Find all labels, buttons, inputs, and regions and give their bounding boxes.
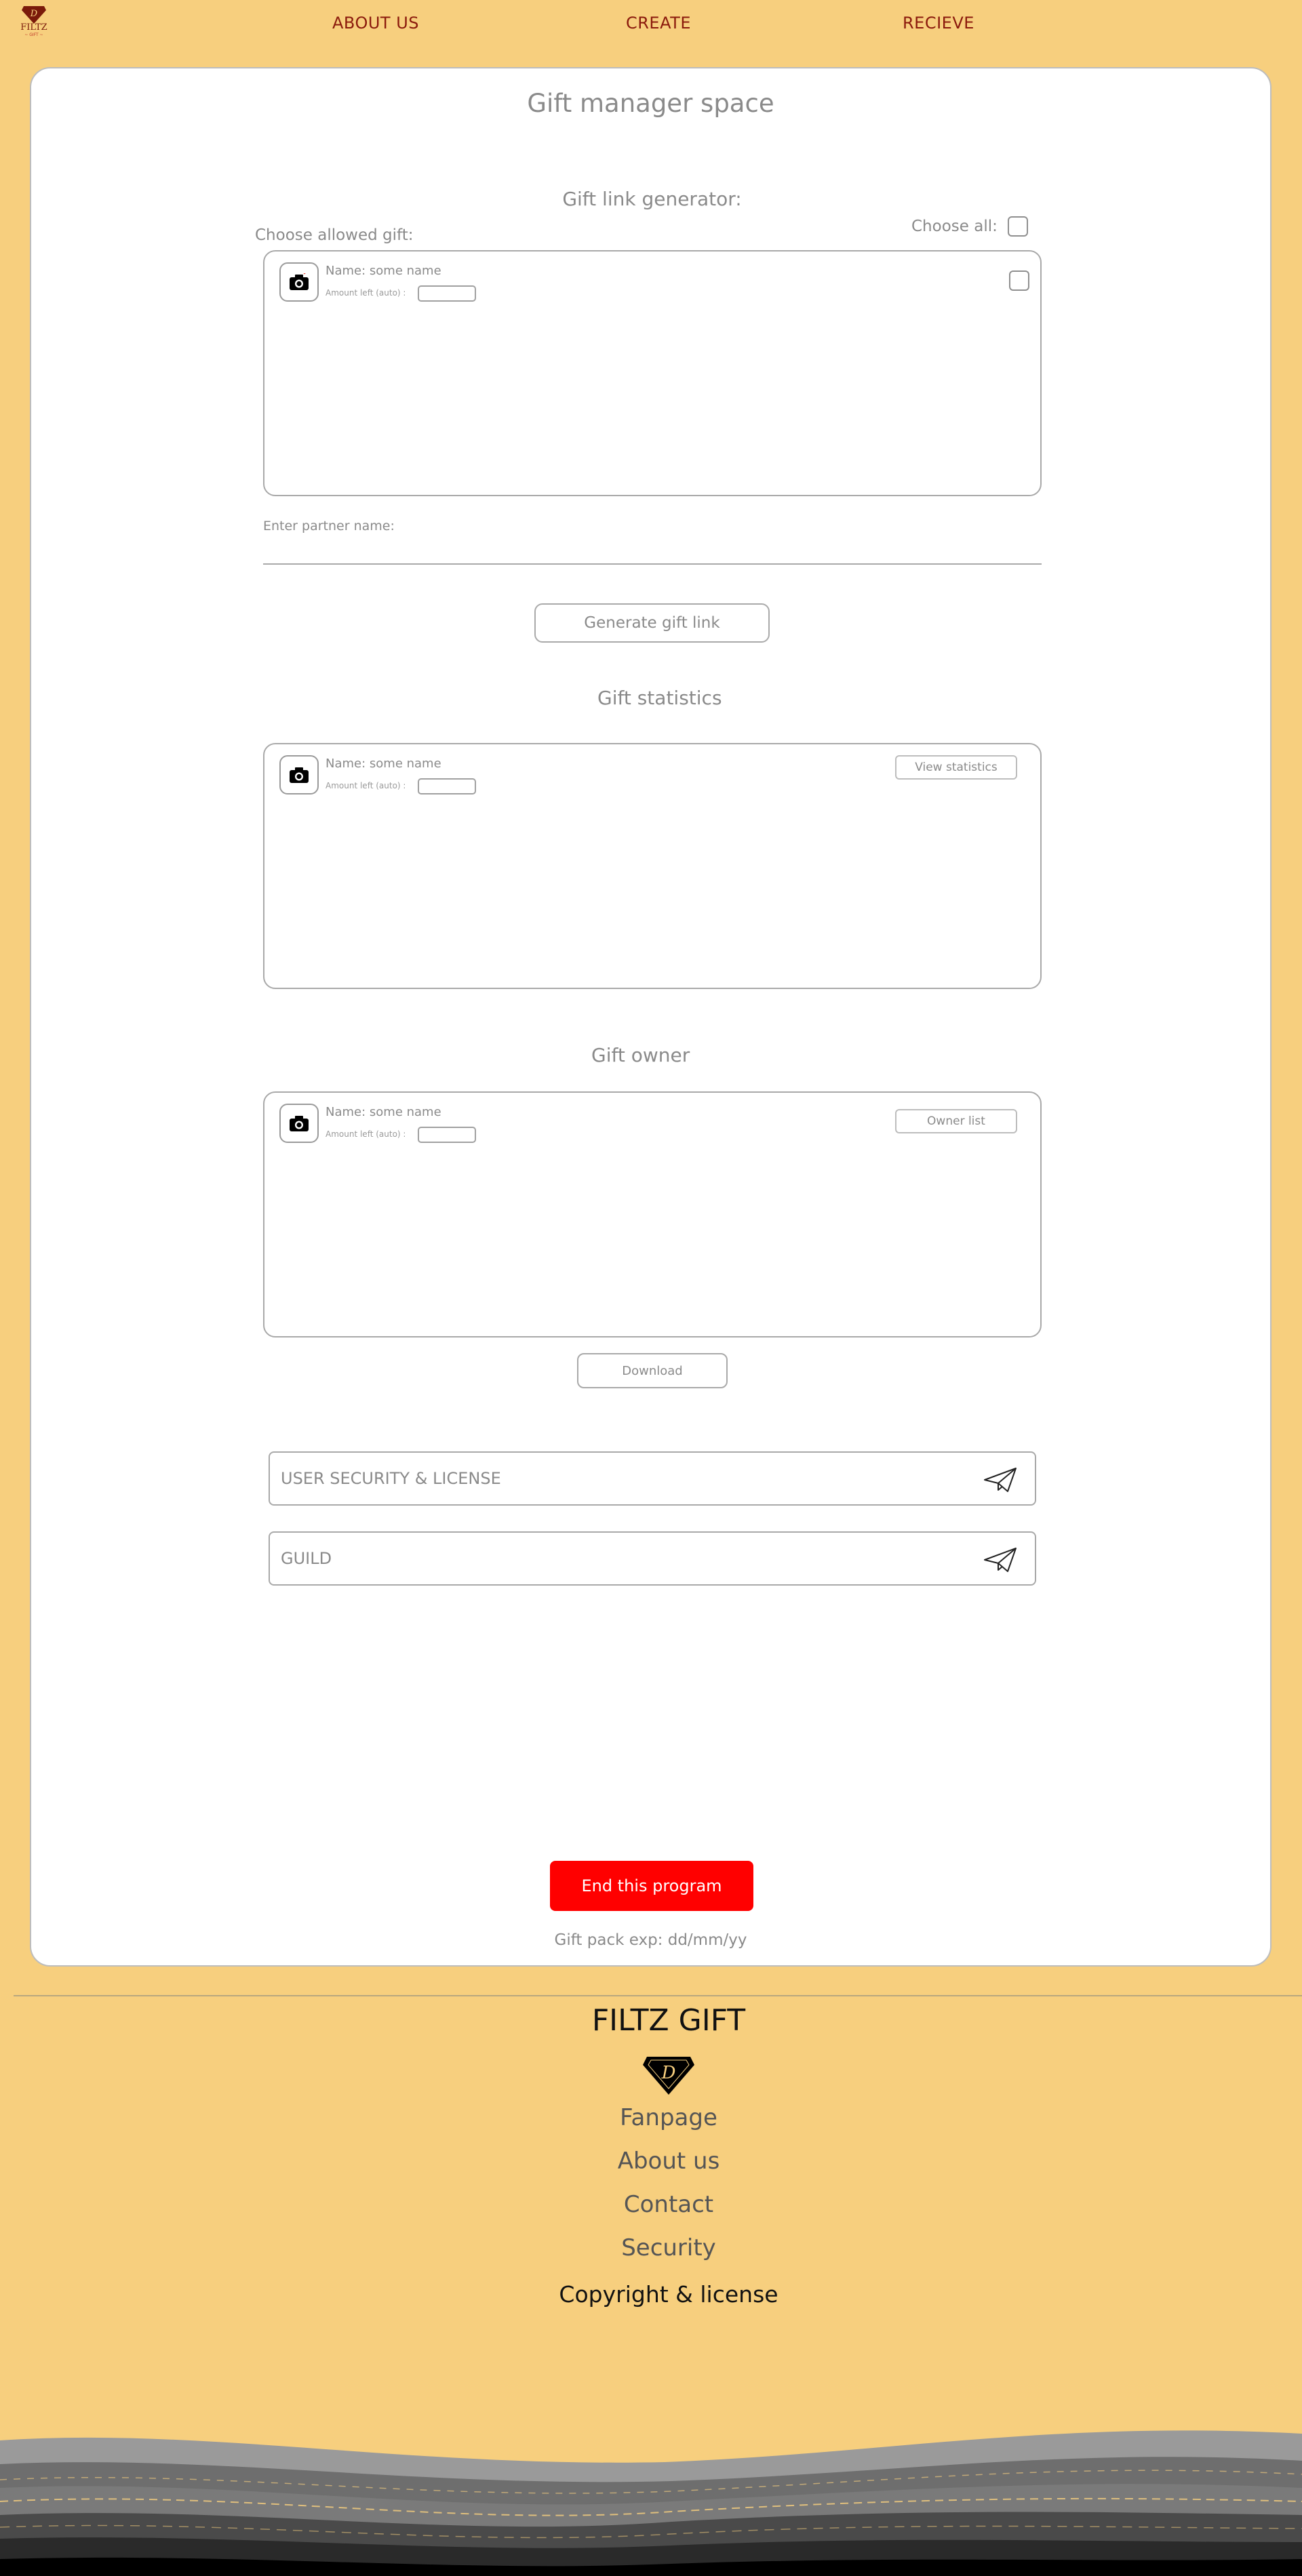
user-security-field <box>269 1451 1036 1506</box>
camera-icon <box>290 767 309 783</box>
gift-photo-button[interactable] <box>279 262 319 302</box>
statistics-heading: Gift statistics <box>597 687 722 709</box>
send-icon[interactable] <box>983 1466 1017 1493</box>
choose-allowed-label: Choose allowed gift: <box>255 226 414 244</box>
svg-text:D: D <box>661 2063 676 2083</box>
nav-link-recieve[interactable]: RECIEVE <box>903 14 974 33</box>
top-nav: D FILTZ ~ GIFT ~ ABOUT US CREATE RECIEVE <box>0 0 1302 47</box>
gift-statistics-list: Name: some name Amount left (auto) : Vie… <box>263 743 1042 989</box>
amount-left-label: Amount left (auto) : <box>326 1129 406 1139</box>
choose-all-label: Choose all: <box>911 218 998 235</box>
generator-heading: Gift link generator: <box>562 188 742 210</box>
partner-name-label: Enter partner name: <box>263 519 395 534</box>
footer-title: FILTZ GIFT <box>591 2003 746 2038</box>
nav-link-about-us[interactable]: ABOUT US <box>332 14 419 33</box>
camera-icon <box>290 273 309 290</box>
nav-link-create[interactable]: CREATE <box>626 14 691 33</box>
page-title: Gift manager space <box>527 89 774 118</box>
amount-left-input[interactable] <box>418 1127 476 1143</box>
footer-link-contact[interactable]: Contact <box>0 2191 1302 2218</box>
gift-select-checkbox[interactable] <box>1009 270 1029 291</box>
amount-left-input[interactable] <box>418 285 476 302</box>
list-item: Name: some name Amount left (auto) : <box>279 262 1025 310</box>
generate-gift-link-button[interactable]: Generate gift link <box>534 603 770 643</box>
partner-name-input[interactable] <box>263 543 1042 565</box>
gift-manager-card: Gift manager space Gift link generator: … <box>30 67 1271 1967</box>
footer-link-security[interactable]: Security <box>0 2234 1302 2261</box>
gift-owner-list: Name: some name Amount left (auto) : Own… <box>263 1091 1042 1337</box>
decorative-waves <box>0 2430 1302 2576</box>
logo-subtext: ~ GIFT ~ <box>24 33 43 37</box>
gift-name: Name: some name <box>326 757 441 771</box>
footer-divider <box>14 1995 1302 1996</box>
gift-photo-button[interactable] <box>279 1104 319 1143</box>
amount-left-label: Amount left (auto) : <box>326 781 406 790</box>
amount-left-label: Amount left (auto) : <box>326 288 406 298</box>
gift-photo-button[interactable] <box>279 755 319 794</box>
amount-left-input[interactable] <box>418 778 476 794</box>
gift-name: Name: some name <box>326 264 441 278</box>
allowed-gift-list: Name: some name Amount left (auto) : <box>263 250 1042 496</box>
svg-text:D: D <box>30 9 38 19</box>
footer-copyright-link[interactable]: Copyright & license <box>0 2281 1302 2308</box>
logo-text: FILTZ <box>20 22 47 33</box>
guild-input[interactable] <box>281 1533 959 1584</box>
brand-logo[interactable]: D FILTZ ~ GIFT ~ <box>16 4 52 45</box>
footer-link-fanpage[interactable]: Fanpage <box>0 2104 1302 2131</box>
footer-link-about-us[interactable]: About us <box>0 2148 1302 2175</box>
owner-list-button[interactable]: Owner list <box>895 1109 1017 1133</box>
user-security-input[interactable] <box>281 1453 959 1504</box>
view-statistics-button[interactable]: View statistics <box>895 755 1017 780</box>
send-icon[interactable] <box>983 1546 1017 1573</box>
gift-name: Name: some name <box>326 1105 441 1119</box>
choose-all-checkbox[interactable] <box>1008 216 1028 237</box>
camera-icon <box>290 1116 309 1131</box>
guild-field <box>269 1531 1036 1586</box>
download-button[interactable]: Download <box>577 1353 728 1388</box>
owner-heading: Gift owner <box>591 1044 690 1066</box>
diamond-logo-icon: D <box>643 2057 694 2095</box>
diamond-logo-icon: D <box>22 6 46 24</box>
end-program-button[interactable]: End this program <box>550 1861 753 1911</box>
gift-pack-expiry: Gift pack exp: dd/mm/yy <box>554 1931 747 1949</box>
